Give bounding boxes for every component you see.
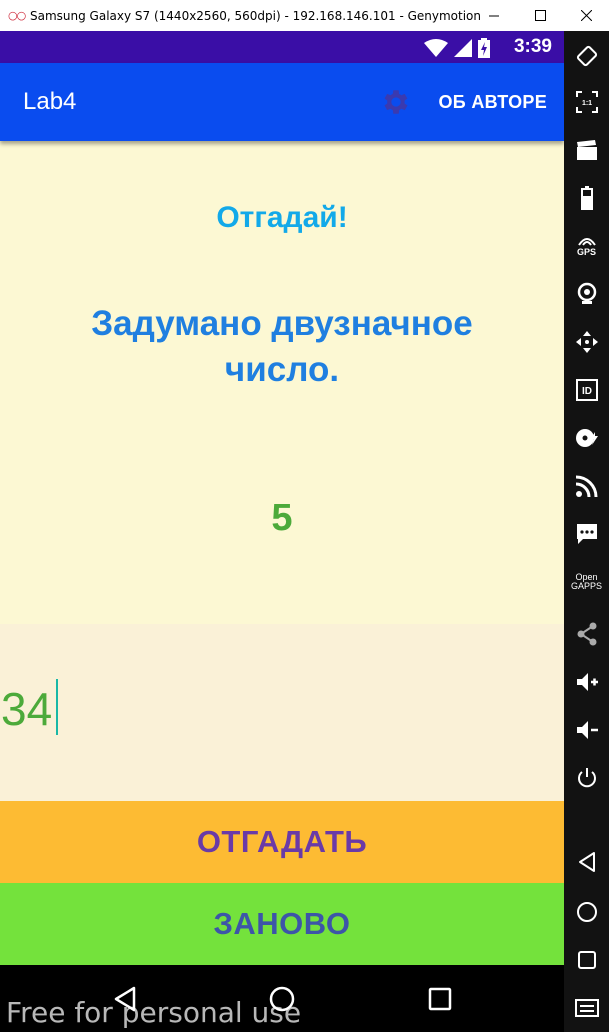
gps-icon[interactable]: GPS <box>564 227 609 265</box>
network-icon[interactable] <box>564 467 609 505</box>
disk-io-icon[interactable] <box>564 419 609 457</box>
camera-clapper-icon[interactable] <box>564 131 609 169</box>
guess-input[interactable]: 34 <box>0 624 564 801</box>
restart-button-label: ЗАНОВО <box>213 906 351 941</box>
guess-input-value[interactable]: 34 <box>1 682 52 736</box>
move-icon[interactable] <box>564 323 609 361</box>
home-icon[interactable] <box>564 893 609 931</box>
menu-icon[interactable] <box>564 989 609 1027</box>
volume-up-icon[interactable] <box>564 663 609 701</box>
app-bar: Lab4 ОБ АВТОРЕ <box>0 63 564 141</box>
hint-number: 5 <box>271 497 293 539</box>
restart-button[interactable]: ЗАНОВО <box>0 883 564 965</box>
status-icons <box>424 38 490 58</box>
recents-icon[interactable] <box>564 941 609 979</box>
minimize-icon[interactable] <box>471 0 517 31</box>
watermark-text: Free for personal use <box>6 996 302 1029</box>
phone-screen: 3:39 Lab4 ОБ АВТОРЕ Отгадай! Задумано дв… <box>0 31 564 1032</box>
gear-icon[interactable] <box>380 86 412 118</box>
close-icon[interactable] <box>563 0 609 31</box>
app-title: Lab4 <box>23 88 77 115</box>
maximize-icon[interactable] <box>517 0 563 31</box>
genymotion-toolbar: 1:1 GPS ID Open GAPPS <box>564 31 609 1032</box>
device-id-label: ID <box>582 386 592 397</box>
battery-charging-icon <box>478 38 490 58</box>
text-cursor <box>56 679 58 735</box>
recents-icon[interactable] <box>418 977 462 1021</box>
webcam-icon[interactable] <box>564 275 609 313</box>
status-time: 3:39 <box>513 36 552 57</box>
signal-icon <box>454 39 472 57</box>
window-controls <box>471 0 609 31</box>
pixel-perfect-icon[interactable]: 1:1 <box>564 83 609 121</box>
volume-down-icon[interactable] <box>564 711 609 749</box>
device-id-icon[interactable]: ID <box>564 371 609 409</box>
window-title: Samsung Galaxy S7 (1440x2560, 560dpi) - … <box>30 8 482 23</box>
game-panel: Отгадай! Задумано двузначное число. 5 <box>0 141 564 624</box>
wifi-icon <box>424 39 448 57</box>
share-icon[interactable] <box>564 615 609 653</box>
guess-button[interactable]: ОТГАДАТЬ <box>0 801 564 883</box>
window-titlebar: ○○ Samsung Galaxy S7 (1440x2560, 560dpi)… <box>0 0 609 32</box>
pixel-perfect-label: 1:1 <box>581 100 591 107</box>
about-author-button[interactable]: ОБ АВТОРЕ <box>438 92 547 113</box>
back-icon[interactable] <box>564 843 609 881</box>
sms-icon[interactable] <box>564 515 609 553</box>
game-message: Задумано двузначное число. <box>91 304 473 389</box>
gps-label: GPS <box>576 246 596 257</box>
opengapps-icon[interactable]: Open GAPPS <box>564 563 609 601</box>
power-icon[interactable] <box>564 759 609 797</box>
battery-icon[interactable] <box>564 179 609 217</box>
status-bar: 3:39 <box>0 31 564 63</box>
opengapps-label: Open GAPPS <box>570 572 602 591</box>
game-heading: Отгадай! <box>216 201 348 234</box>
guess-button-label: ОТГАДАТЬ <box>196 824 368 859</box>
rotate-icon[interactable] <box>564 37 609 75</box>
genymotion-icon: ○○ <box>8 9 26 22</box>
